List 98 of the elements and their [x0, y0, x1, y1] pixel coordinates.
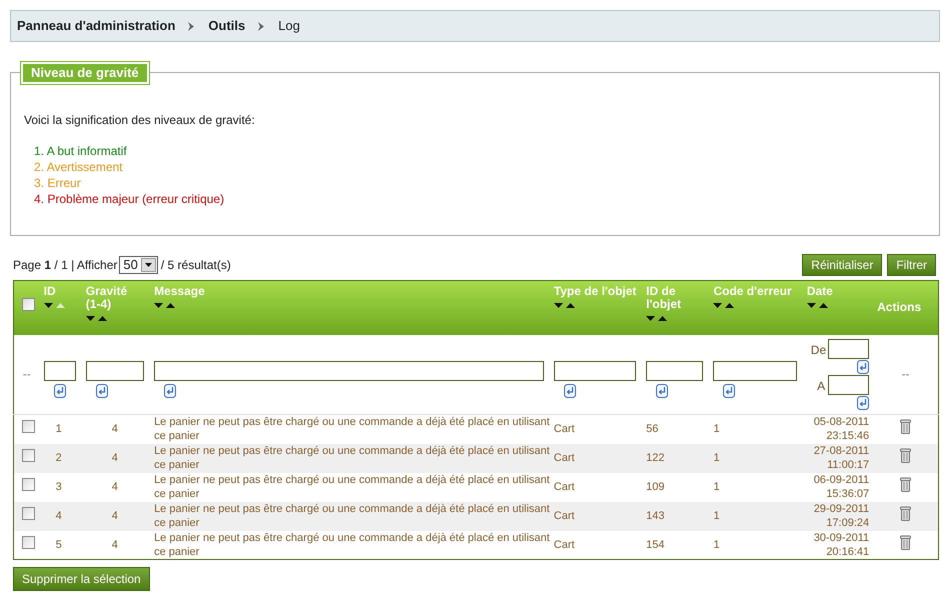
submit-icon[interactable] — [96, 384, 108, 398]
date-from-label: De — [810, 342, 826, 359]
table-cell: 30-09-2011 20:16:41 — [813, 530, 870, 559]
sort-arrows-icon[interactable] — [713, 302, 736, 309]
filter-action-button[interactable]: Filtrer — [887, 254, 936, 276]
severity-level: 3. Erreur — [34, 175, 82, 191]
sort-arrows-icon[interactable] — [154, 302, 176, 309]
column-header[interactable]: Type de l'objet — [554, 285, 642, 298]
table-cell: 4 — [56, 510, 62, 522]
table-cell: Cart — [554, 538, 575, 551]
table-cell: 143 — [646, 510, 665, 522]
column-header[interactable]: Code d'erreur — [713, 285, 803, 298]
table-cell: 154 — [646, 538, 665, 551]
filter-field[interactable] — [44, 360, 76, 381]
table-cell: 109 — [646, 481, 665, 493]
filter-field[interactable] — [154, 360, 544, 381]
submit-icon[interactable] — [857, 360, 870, 374]
results-count: / 5 résultat(s) — [160, 257, 231, 274]
severity-level: 1. A but informatif — [34, 143, 128, 159]
table-cell: Le panier ne peut pas être chargé ou une commande a déjà été placé en utilisant ce panier — [154, 445, 550, 471]
filter-action-button[interactable]: Réinitialiser — [802, 254, 882, 276]
chevron-icon — [187, 20, 196, 32]
trash-icon[interactable] — [900, 506, 912, 521]
checkbox[interactable] — [22, 506, 35, 520]
empty-filter-text: -- — [22, 367, 31, 382]
table-cell: Le panier ne peut pas être chargé ou une commande a déjà été placé en utilisant ce panier — [154, 416, 550, 442]
sort-arrows-icon[interactable] — [554, 302, 576, 309]
table-cell: 1 — [713, 510, 720, 522]
column-header[interactable]: Gravité (1-4) — [86, 285, 138, 311]
delete-selection-button[interactable]: Supprimer la sélection — [13, 567, 150, 591]
table-cell: 4 — [112, 538, 118, 551]
table-cell: 1 — [56, 423, 62, 436]
checkbox[interactable] — [22, 478, 35, 491]
date-to-field[interactable] — [828, 374, 870, 395]
table-cell: 122 — [646, 452, 665, 464]
table-cell: Cart — [554, 423, 575, 436]
table-cell: Le panier ne peut pas être chargé ou une commande a déjà été placé en utilisant ce panier — [154, 532, 550, 558]
table-cell: 56 — [646, 423, 658, 436]
table-cell: 3 — [56, 481, 62, 493]
submit-icon[interactable] — [164, 384, 176, 398]
sort-arrows-icon[interactable] — [806, 302, 829, 309]
table-cell: 1 — [713, 481, 720, 493]
sort-arrows-icon[interactable] — [44, 302, 66, 309]
checkbox[interactable] — [22, 420, 35, 433]
table-cell: 05-08-2011 23:15:46 — [813, 415, 870, 444]
breadcrumb-item[interactable]: Outils — [208, 16, 246, 36]
table-cell: 1 — [713, 452, 720, 464]
table-cell: 27-08-2011 11:00:17 — [813, 444, 870, 472]
filter-field[interactable] — [554, 360, 636, 381]
table-cell: Le panier ne peut pas être chargé ou une commande a déjà été placé en utilisant ce panier — [154, 503, 550, 529]
table-cell: Le panier ne peut pas être chargé ou une commande a déjà été placé en utilisant ce panier — [154, 474, 550, 500]
date-from-field[interactable] — [828, 338, 870, 359]
table-cell: 29-09-2011 17:09:24 — [813, 502, 870, 530]
submit-icon[interactable] — [54, 384, 66, 398]
panel-legend: Niveau de gravité — [21, 62, 149, 84]
column-header[interactable]: ID de l'objet — [646, 285, 710, 311]
breadcrumb-item[interactable]: Panneau d'administration — [17, 16, 176, 36]
checkbox[interactable] — [22, 536, 35, 548]
trash-icon[interactable] — [900, 534, 912, 550]
pagination-text: Page 1 / 1 | Afficher — [13, 257, 118, 274]
column-header[interactable]: Message — [154, 285, 550, 298]
intro-text: Voici la signification des niveaux de gravité: — [24, 112, 256, 129]
table-cell: Cart — [554, 452, 575, 464]
severity-level: 2. Avertissement — [34, 159, 124, 175]
table-cell: 1 — [713, 538, 720, 551]
sort-arrows-icon[interactable] — [646, 315, 668, 322]
trash-icon[interactable] — [900, 419, 912, 434]
filter-field[interactable] — [86, 360, 144, 381]
chevron-icon — [257, 20, 266, 32]
table-cell: 2 — [56, 452, 62, 464]
checkbox[interactable] — [22, 298, 35, 311]
date-to-label: A — [817, 378, 826, 395]
table-cell: Cart — [554, 510, 575, 522]
trash-icon[interactable] — [900, 476, 912, 492]
table-cell: 4 — [112, 423, 118, 436]
submit-icon[interactable] — [723, 384, 736, 398]
submit-icon[interactable] — [656, 384, 668, 398]
table-cell: 1 — [713, 423, 720, 436]
filter-field[interactable] — [713, 360, 797, 381]
submit-icon[interactable] — [564, 384, 576, 398]
filter-field[interactable] — [646, 360, 704, 381]
per-page-select[interactable]: 50 — [119, 256, 158, 274]
trash-icon[interactable] — [900, 448, 912, 463]
column-header[interactable]: Date — [806, 285, 874, 298]
table-cell: 4 — [112, 452, 118, 464]
column-header[interactable]: ID — [44, 285, 82, 298]
breadcrumb-item: Log — [278, 17, 300, 36]
table-cell: 5 — [56, 538, 62, 551]
severity-level: 4. Problème majeur (erreur critique) — [34, 191, 226, 207]
sort-arrows-icon[interactable] — [86, 315, 108, 322]
checkbox[interactable] — [22, 448, 35, 462]
empty-filter-text: -- — [902, 367, 910, 382]
table-cell: 4 — [112, 510, 118, 522]
column-header: Actions — [877, 299, 922, 314]
submit-icon[interactable] — [857, 396, 870, 410]
table-cell: 4 — [112, 481, 118, 493]
table-cell: 06-09-2011 15:36:07 — [813, 473, 870, 501]
table-cell: Cart — [554, 481, 575, 493]
